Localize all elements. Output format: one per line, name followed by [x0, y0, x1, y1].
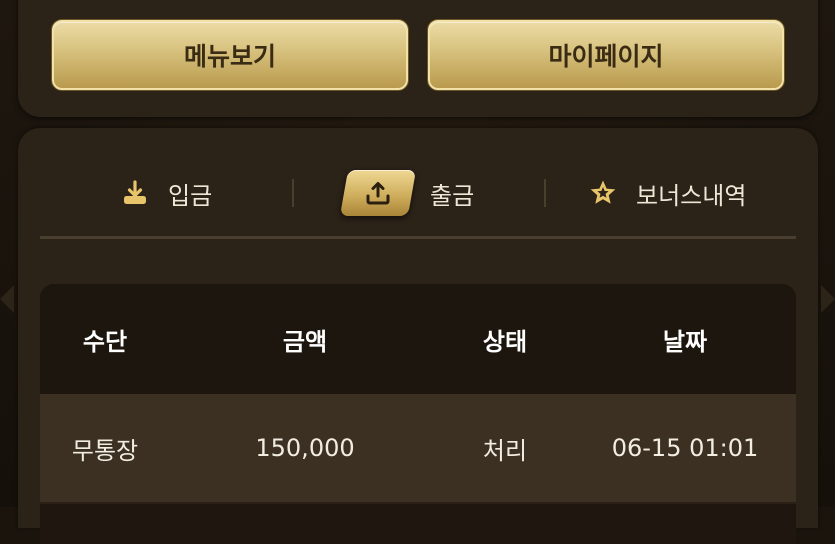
- right-scroll-arrow-icon[interactable]: [821, 285, 835, 313]
- table-row[interactable]: 무통장 150,000 처리 06-15 01:01: [40, 394, 796, 504]
- cell-status: 처리: [482, 436, 528, 465]
- cell-date: 06-15 01:01: [611, 434, 759, 462]
- tab-bar: 입금 출금 보너스내역: [40, 158, 796, 228]
- header-date: 날짜: [662, 327, 708, 356]
- tab-underline: [40, 236, 796, 239]
- tab-divider: [292, 179, 294, 207]
- left-scroll-arrow-icon[interactable]: [0, 285, 14, 313]
- header-status: 상태: [482, 327, 528, 356]
- menu-view-button[interactable]: 메뉴보기: [52, 20, 408, 90]
- cell-method: 무통장: [71, 436, 139, 465]
- tab-bonus-label: 보너스내역: [636, 181, 747, 210]
- header-amount: 금액: [282, 327, 328, 356]
- tab-bonus-history[interactable]: 보너스내역: [588, 158, 746, 228]
- star-icon: [588, 178, 618, 208]
- mypage-button[interactable]: 마이페이지: [428, 20, 784, 90]
- top-button-panel: 메뉴보기 마이페이지: [18, 0, 818, 117]
- header-method: 수단: [82, 327, 128, 356]
- tab-divider: [544, 179, 546, 207]
- withdrawal-history-table: 수단 금액 상태 날짜 무통장 150,000 처리 06-15 01:01: [40, 284, 796, 544]
- upload-icon: [339, 170, 417, 216]
- download-icon: [120, 178, 150, 208]
- cell-amount: 150,000: [255, 434, 355, 462]
- transaction-panel: 입금 출금 보너스내역 수단 금액 상태 날짜 무통장 150,000 처리 0…: [18, 128, 818, 544]
- tab-deposit-label: 입금: [168, 181, 213, 210]
- tab-deposit[interactable]: 입금: [120, 158, 212, 228]
- tab-withdraw[interactable]: 출금: [339, 158, 475, 228]
- tab-withdraw-label: 출금: [430, 181, 475, 210]
- table-header: 수단 금액 상태 날짜: [40, 284, 796, 394]
